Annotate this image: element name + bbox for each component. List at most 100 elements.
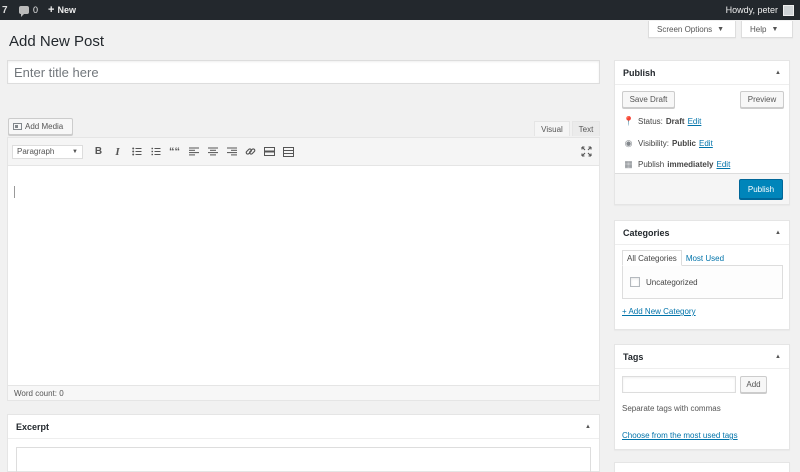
align-left-button[interactable] [184,143,203,161]
numbered-list-icon [151,147,160,156]
blockquote-icon: ““ [169,145,180,158]
add-media-label: Add Media [25,122,64,131]
collapse-arrow-icon[interactable]: ▲ [775,70,781,76]
comments-menu[interactable]: 0 [14,0,43,20]
tab-visual[interactable]: Visual [534,121,570,136]
text-cursor [14,186,15,198]
align-center-icon [207,147,218,156]
numbered-list-button[interactable] [146,143,165,161]
schedule-row: ▦ Publish immediately Edit [623,159,730,170]
edit-schedule-link[interactable]: Edit [717,160,731,169]
featured-box [614,462,790,472]
publish-label: Publish [638,160,665,169]
read-more-button[interactable] [260,143,279,161]
publish-button[interactable]: Publish [739,179,783,199]
screen-options-button[interactable]: Screen Options ▼ [648,21,736,38]
tab-text[interactable]: Text [572,121,600,136]
status-row: 📍 Status: Draft Edit [623,116,701,127]
editor-content-area[interactable] [8,166,599,385]
excerpt-textarea[interactable] [16,447,591,472]
toolbar-toggle-button[interactable] [279,143,298,161]
screen-options-label: Screen Options [657,24,713,34]
categories-title: Categories [623,227,670,238]
tags-header[interactable]: Tags ▲ [615,345,789,369]
visibility-row: ◉ Visibility: Public Edit [623,138,713,149]
editor-status-bar: Word count: 0 [8,385,599,400]
comment-bubble-icon [19,6,29,17]
tags-title: Tags [623,351,644,362]
add-tag-button[interactable]: Add [740,376,767,393]
title-field-wrapper [7,60,600,84]
excerpt-title: Excerpt [16,421,50,432]
align-center-button[interactable] [203,143,222,161]
chevron-down-icon: ▼ [72,148,78,155]
category-label: Uncategorized [646,277,698,287]
status-value: Draft [665,117,685,126]
bulleted-list-button[interactable] [127,143,146,161]
publishing-actions: Publish [615,173,789,204]
new-tag-input[interactable] [622,376,736,393]
category-tabs: All Categories Most Used [622,250,728,266]
insert-link-button[interactable] [241,143,260,161]
edit-visibility-link[interactable]: Edit [699,139,713,148]
publish-header[interactable]: Publish ▲ [615,61,789,85]
post-editor: Paragraph ▼ B I ““ Word count: 0 [7,137,600,401]
blockquote-button[interactable]: ““ [165,143,184,161]
publish-value: immediately [667,160,714,169]
media-icon [13,123,22,130]
publish-box: Publish ▲ Save Draft Preview 📍 Status: D… [614,60,790,205]
read-more-icon [264,147,275,156]
calendar-icon: ▦ [624,159,633,169]
publish-title: Publish [623,67,656,78]
excerpt-box: Excerpt ▲ [7,414,600,472]
my-account-menu[interactable]: Howdy, peter [726,0,794,20]
tab-all-categories[interactable]: All Categories [622,250,682,266]
bulleted-list-icon [131,147,141,156]
new-content-menu[interactable]: + New [43,0,81,20]
new-label: New [57,5,76,15]
italic-button[interactable]: I [108,143,127,161]
save-draft-button[interactable]: Save Draft [622,91,675,108]
page-title: Add New Post [9,33,105,50]
tags-box: Tags ▲ Add Separate tags with commas Cho… [614,344,790,450]
caret-down-icon: ▼ [771,25,779,33]
add-media-button[interactable]: Add Media [8,118,73,135]
help-button[interactable]: Help ▼ [741,21,793,38]
caret-down-icon: ▼ [717,25,725,33]
distraction-free-button[interactable] [578,143,594,159]
align-right-button[interactable] [222,143,241,161]
bold-button[interactable]: B [89,143,108,161]
eye-icon: ◉ [624,138,633,148]
post-title-input[interactable] [8,61,599,83]
format-select[interactable]: Paragraph ▼ [12,144,83,159]
category-checklist: Uncategorized [622,265,783,299]
collapse-arrow-icon[interactable]: ▲ [585,424,591,430]
add-new-category-link[interactable]: + Add New Category [622,307,696,316]
category-item[interactable]: Uncategorized [630,277,698,287]
categories-header[interactable]: Categories ▲ [615,221,789,245]
howdy-text: Howdy, peter [725,5,778,15]
plus-icon: + [48,4,55,16]
wordpress-logo-icon[interactable]: 7 [0,0,14,20]
visibility-label: Visibility: [638,139,669,148]
align-left-icon [188,147,199,156]
comment-count: 0 [33,5,39,15]
tags-hint: Separate tags with commas [622,404,721,413]
category-checkbox[interactable] [630,277,640,287]
collapse-arrow-icon[interactable]: ▲ [775,230,781,236]
link-icon [245,148,256,155]
excerpt-header[interactable]: Excerpt ▲ [8,415,599,439]
status-label: Status: [638,117,663,126]
kitchen-sink-icon [283,146,294,157]
pin-icon: 📍 [623,116,635,126]
editor-toolbar: Paragraph ▼ B I ““ [8,138,599,166]
collapse-arrow-icon[interactable]: ▲ [775,354,781,360]
preview-button[interactable]: Preview [740,91,784,108]
choose-most-used-tags-link[interactable]: Choose from the most used tags [622,431,738,440]
categories-box: Categories ▲ All Categories Most Used Un… [614,220,790,330]
visibility-value: Public [671,139,696,148]
help-label: Help [750,24,767,34]
tab-most-used[interactable]: Most Used [682,250,728,266]
avatar [783,4,794,16]
edit-status-link[interactable]: Edit [688,117,702,126]
